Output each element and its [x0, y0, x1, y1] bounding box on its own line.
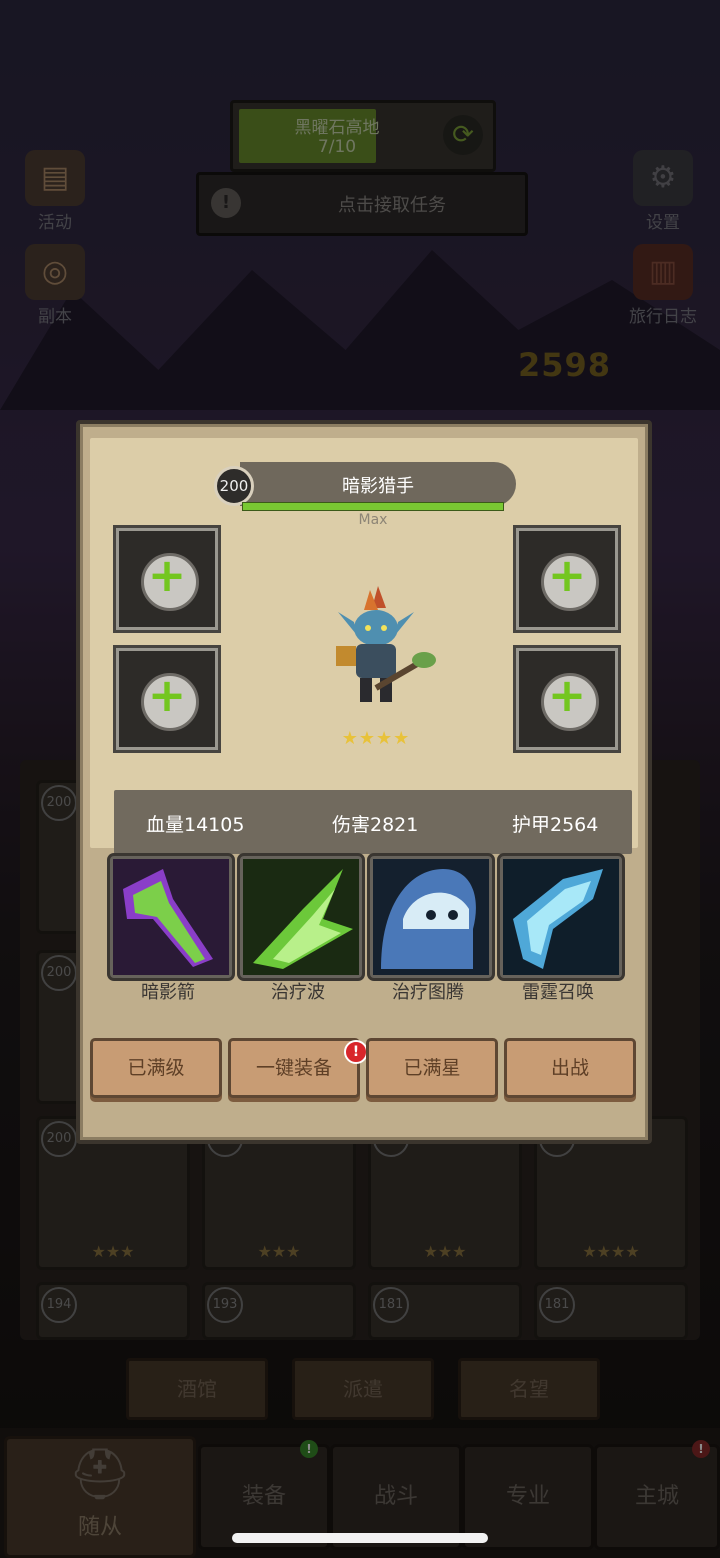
skill-label: 雷霆召唤 — [522, 982, 594, 1003]
one-key-equip-button[interactable]: 一键装备 — [228, 1038, 360, 1098]
max-level-button[interactable]: 已满级 — [90, 1038, 222, 1098]
hero-stats-bar: 血量14105 伤害2821 护甲2564 — [114, 790, 632, 854]
skill-healing-wave[interactable] — [240, 856, 362, 978]
hero-level-badge: 200 — [214, 466, 254, 506]
skill-label: 治疗图腾 — [392, 982, 464, 1003]
xp-bar — [242, 502, 504, 511]
hero-name: 暗影猎手 — [342, 476, 414, 497]
deploy-button[interactable]: 出战 — [504, 1038, 636, 1098]
shadow-arrow-icon — [113, 859, 229, 975]
hero-stars: ★★★★ — [341, 728, 411, 749]
skill-thunder-summon[interactable] — [500, 856, 622, 978]
equip-slot-add[interactable]: + — [516, 528, 618, 630]
plus-icon: + — [547, 668, 587, 722]
xp-status: Max — [358, 512, 388, 528]
armor-stat: 护甲2564 — [512, 814, 599, 836]
damage-stat: 伤害2821 — [332, 814, 419, 836]
plus-icon: + — [147, 548, 187, 602]
hero-detail-modal: 暗影猎手 200 Max + + + + ★★★★ 血量14105 伤害2821… — [76, 420, 652, 1144]
skill-healing-totem[interactable] — [370, 856, 492, 978]
thunder-summon-icon — [503, 859, 619, 975]
hero-info-panel: 暗影猎手 200 Max + + + + ★★★★ 血量14105 伤害2821… — [90, 438, 638, 854]
one-key-equip-alert-badge: ! — [344, 1040, 368, 1064]
healing-wave-icon — [243, 859, 359, 975]
equip-slot-add[interactable]: + — [116, 648, 218, 750]
skill-shadow-arrow[interactable] — [110, 856, 232, 978]
skill-label: 暗影箭 — [141, 982, 195, 1003]
skill-label: 治疗波 — [271, 982, 325, 1003]
plus-icon: + — [147, 668, 187, 722]
max-star-button[interactable]: 已满星 — [366, 1038, 498, 1098]
equip-slot-add[interactable]: + — [116, 528, 218, 630]
healing-totem-icon — [373, 859, 489, 975]
hp-stat: 血量14105 — [146, 814, 245, 836]
hero-portrait — [336, 586, 436, 702]
equip-slot-add[interactable]: + — [516, 648, 618, 750]
plus-icon: + — [547, 548, 587, 602]
home-indicator[interactable] — [232, 1533, 488, 1543]
